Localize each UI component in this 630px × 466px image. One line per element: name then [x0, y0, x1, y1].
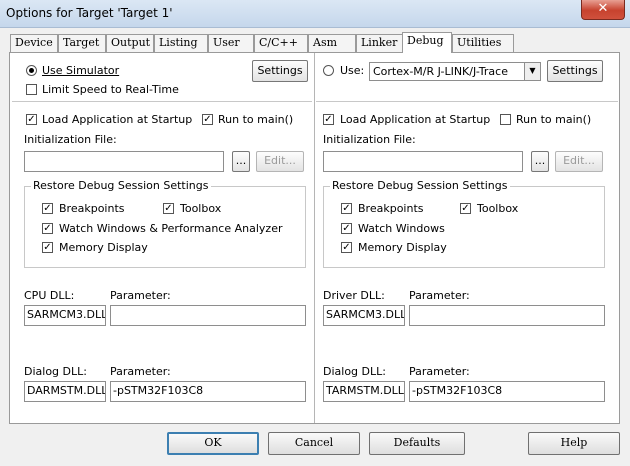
- check-icon: ✓: [342, 242, 351, 253]
- right-init-file-label: Initialization File:: [323, 133, 416, 146]
- right-run-to-main-label: Run to main(): [516, 113, 592, 126]
- left-init-file-input[interactable]: [24, 151, 224, 172]
- driver-dll-input[interactable]: SARMCM3.DLL: [323, 305, 405, 326]
- check-icon: ✓: [461, 203, 470, 214]
- left-dialog-param-label: Parameter:: [110, 365, 171, 378]
- right-toolbox-checkbox[interactable]: ✓: [460, 203, 471, 214]
- simulator-settings-button[interactable]: Settings: [252, 60, 308, 82]
- tab-listing[interactable]: Listing: [154, 34, 208, 52]
- left-load-app-label: Load Application at Startup: [42, 113, 193, 126]
- check-icon: ✓: [324, 114, 333, 125]
- left-init-file-label: Initialization File:: [24, 133, 117, 146]
- left-toolbox-label: Toolbox: [180, 202, 222, 215]
- cancel-button[interactable]: Cancel: [268, 432, 360, 455]
- left-edit-button[interactable]: Edit...: [256, 151, 304, 172]
- driver-select[interactable]: Cortex-M/R J-LINK/J-Trace ▼: [369, 62, 541, 81]
- cpu-dll-label: CPU DLL:: [24, 289, 75, 302]
- tab-asm[interactable]: Asm: [308, 34, 356, 52]
- right-load-app-label: Load Application at Startup: [340, 113, 491, 126]
- left-restore-title: Restore Debug Session Settings: [31, 179, 211, 192]
- driver-select-value: Cortex-M/R J-LINK/J-Trace: [373, 65, 508, 78]
- left-dialog-param-input[interactable]: -pSTM32F103C8: [110, 381, 306, 402]
- driver-param-input[interactable]: [409, 305, 605, 326]
- tab-linker[interactable]: Linker: [356, 34, 406, 52]
- right-dialog-dll-input[interactable]: TARMSTM.DLL: [323, 381, 405, 402]
- left-toolbox-checkbox[interactable]: ✓: [163, 203, 174, 214]
- right-dialog-param-label: Parameter:: [409, 365, 470, 378]
- left-dialog-dll-label: Dialog DLL:: [24, 365, 87, 378]
- right-dialog-param-input[interactable]: -pSTM32F103C8: [409, 381, 605, 402]
- title-bar: Options for Target 'Target 1' ✕: [0, 0, 630, 28]
- left-breakpoints-checkbox[interactable]: ✓: [42, 203, 53, 214]
- cpu-dll-input[interactable]: SARMCM3.DLL: [24, 305, 106, 326]
- right-load-app-checkbox[interactable]: ✓: [323, 114, 334, 125]
- left-watch-label: Watch Windows & Performance Analyzer: [59, 222, 283, 235]
- right-run-to-main-checkbox[interactable]: [500, 114, 511, 125]
- check-icon: ✓: [164, 203, 173, 214]
- cpu-param-label: Parameter:: [110, 289, 171, 302]
- window-title: Options for Target 'Target 1': [6, 6, 173, 20]
- left-memory-label: Memory Display: [59, 241, 148, 254]
- driver-dll-label: Driver DLL:: [323, 289, 385, 302]
- right-memory-checkbox[interactable]: ✓: [341, 242, 352, 253]
- tab-c-cpp[interactable]: C/C++: [254, 34, 308, 52]
- close-button[interactable]: ✕: [581, 0, 625, 20]
- left-watch-checkbox[interactable]: ✓: [42, 223, 53, 234]
- left-breakpoints-label: Breakpoints: [59, 202, 125, 215]
- check-icon: ✓: [43, 203, 52, 214]
- left-separator: [12, 101, 312, 102]
- limit-speed-checkbox[interactable]: [26, 84, 37, 95]
- right-memory-label: Memory Display: [358, 241, 447, 254]
- tab-target[interactable]: Target: [58, 34, 106, 52]
- close-icon: ✕: [597, 1, 609, 16]
- left-run-to-main-label: Run to main(): [218, 113, 294, 126]
- right-edit-button[interactable]: Edit...: [555, 151, 603, 172]
- driver-param-label: Parameter:: [409, 289, 470, 302]
- right-browse-button[interactable]: ...: [531, 151, 549, 172]
- use-driver-radio[interactable]: [323, 65, 334, 76]
- tab-device[interactable]: Device: [10, 34, 58, 52]
- tab-user[interactable]: User: [208, 34, 254, 52]
- check-icon: ✓: [342, 223, 351, 234]
- cpu-param-input[interactable]: [110, 305, 306, 326]
- driver-settings-button[interactable]: Settings: [547, 60, 603, 82]
- left-browse-button[interactable]: ...: [232, 151, 250, 172]
- use-simulator-radio[interactable]: [26, 65, 37, 76]
- check-icon: ✓: [43, 242, 52, 253]
- check-icon: ✓: [43, 223, 52, 234]
- right-watch-checkbox[interactable]: ✓: [341, 223, 352, 234]
- left-memory-checkbox[interactable]: ✓: [42, 242, 53, 253]
- left-dialog-dll-input[interactable]: DARMSTM.DLL: [24, 381, 106, 402]
- left-load-app-checkbox[interactable]: ✓: [26, 114, 37, 125]
- right-breakpoints-label: Breakpoints: [358, 202, 424, 215]
- right-restore-title: Restore Debug Session Settings: [330, 179, 510, 192]
- use-driver-label: Use:: [340, 64, 365, 77]
- left-run-to-main-checkbox[interactable]: ✓: [202, 114, 213, 125]
- help-button[interactable]: Help: [528, 432, 620, 455]
- defaults-button[interactable]: Defaults: [369, 432, 465, 455]
- tab-debug[interactable]: Debug: [402, 32, 452, 53]
- check-icon: ✓: [27, 114, 36, 125]
- right-separator: [316, 101, 618, 102]
- check-icon: ✓: [203, 114, 212, 125]
- ok-button[interactable]: OK: [167, 432, 259, 455]
- column-divider: [314, 53, 315, 423]
- right-watch-label: Watch Windows: [358, 222, 445, 235]
- limit-speed-label: Limit Speed to Real-Time: [42, 83, 179, 96]
- tab-output[interactable]: Output: [106, 34, 154, 52]
- right-dialog-dll-label: Dialog DLL:: [323, 365, 386, 378]
- debug-panel: Use Simulator Limit Speed to Real-Time S…: [9, 52, 620, 424]
- chevron-down-icon: ▼: [524, 63, 540, 80]
- right-init-file-input[interactable]: [323, 151, 523, 172]
- use-simulator-label: Use Simulator: [42, 64, 120, 77]
- tab-utilities[interactable]: Utilities: [452, 34, 514, 52]
- right-breakpoints-checkbox[interactable]: ✓: [341, 203, 352, 214]
- right-toolbox-label: Toolbox: [477, 202, 519, 215]
- check-icon: ✓: [342, 203, 351, 214]
